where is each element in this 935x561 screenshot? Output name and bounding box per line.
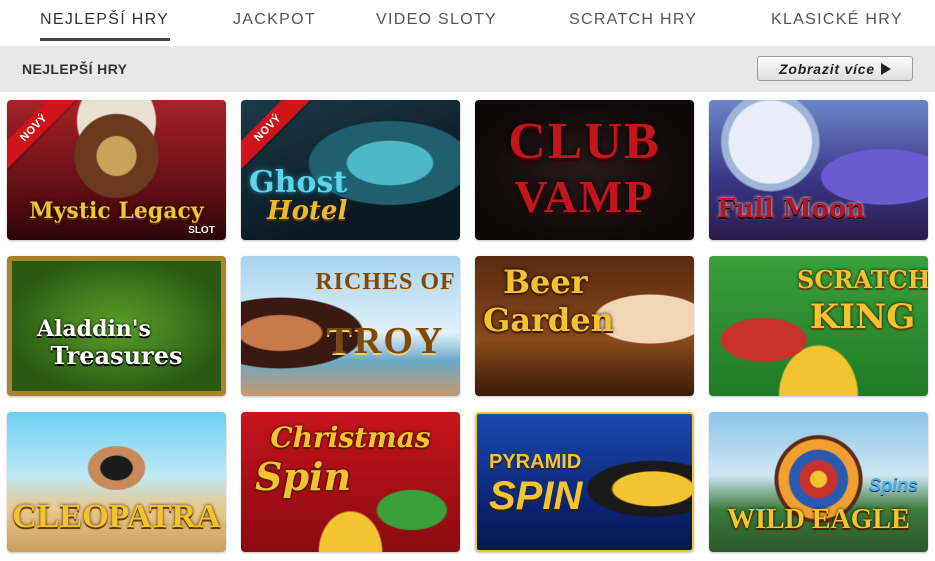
tab-klasicke-hry[interactable]: KLASICKÉ HRY: [771, 11, 903, 35]
game-tile-pyramid-spin[interactable]: PYRAMID SPIN: [475, 412, 694, 552]
tab-nejlepsi-hry[interactable]: NEJLEPŠÍ HRY: [40, 11, 169, 35]
game-subtitle: Hotel: [267, 196, 348, 226]
show-more-label: Zobrazit více: [779, 60, 875, 77]
play-arrow-icon: [880, 62, 891, 75]
game-tile-wild-eagle[interactable]: WILD EAGLE Spins: [709, 412, 928, 552]
game-tile-cleopatra[interactable]: CLEOPATRA: [7, 412, 226, 552]
game-tile-beer-garden[interactable]: Beer Garden: [475, 256, 694, 396]
game-subtitle: TROY: [326, 320, 445, 362]
game-subtitle: Garden: [483, 301, 614, 339]
game-title: Full Moon: [717, 194, 866, 224]
game-title: PYRAMID: [489, 451, 582, 473]
game-subtitle: Treasures: [50, 341, 183, 370]
game-title: Ghost: [249, 165, 348, 200]
game-tile-christmas-spin[interactable]: Christmas Spin: [241, 412, 460, 552]
game-title: CLEOPATRA: [12, 498, 221, 535]
game-title: Beer: [503, 263, 588, 301]
game-subtitle: KING: [809, 297, 916, 337]
game-tile-mystic-legacy[interactable]: Mystic Legacy SLOT NOVÝ: [7, 100, 226, 240]
active-tab-indicator: [40, 38, 170, 41]
tab-jackpot[interactable]: JACKPOT: [233, 11, 316, 35]
game-tile-scratch-king[interactable]: SCRATCH KING: [709, 256, 928, 396]
game-title: WILD EAGLE: [727, 504, 910, 535]
game-subtitle: VAMP: [514, 171, 655, 222]
show-more-button[interactable]: Zobrazit více: [757, 56, 913, 81]
game-subtitle: SLOT: [188, 225, 215, 236]
game-title: SCRATCH: [797, 265, 928, 294]
game-tile-club-vamp[interactable]: CLUB VAMP: [475, 100, 694, 240]
game-tile-ghost-hotel[interactable]: Ghost Hotel NOVÝ: [241, 100, 460, 240]
game-tile-full-moon[interactable]: Full Moon: [709, 100, 928, 240]
game-title: Christmas: [270, 421, 431, 454]
section-header: NEJLEPŠÍ HRY Zobrazit více: [0, 46, 935, 92]
category-tabs: NEJLEPŠÍ HRY JACKPOT VIDEO SLOTY SCRATCH…: [0, 0, 935, 46]
game-tile-riches-of-troy[interactable]: RICHES OF TROY: [241, 256, 460, 396]
game-title: CLUB: [508, 113, 661, 170]
section-title: NEJLEPŠÍ HRY: [22, 61, 128, 77]
game-title: Mystic Legacy: [29, 198, 204, 224]
game-subtitle: SPIN: [489, 474, 583, 518]
game-tile-aladdins-treasures[interactable]: Aladdin's Treasures: [7, 256, 226, 396]
game-subtitle: Spins: [868, 475, 918, 495]
tab-scratch-hry[interactable]: SCRATCH HRY: [569, 11, 697, 35]
game-subtitle: Spin: [255, 454, 352, 499]
tab-video-sloty[interactable]: VIDEO SLOTY: [376, 11, 497, 35]
game-title: Aladdin's: [37, 316, 151, 342]
game-title: RICHES OF: [315, 269, 456, 295]
